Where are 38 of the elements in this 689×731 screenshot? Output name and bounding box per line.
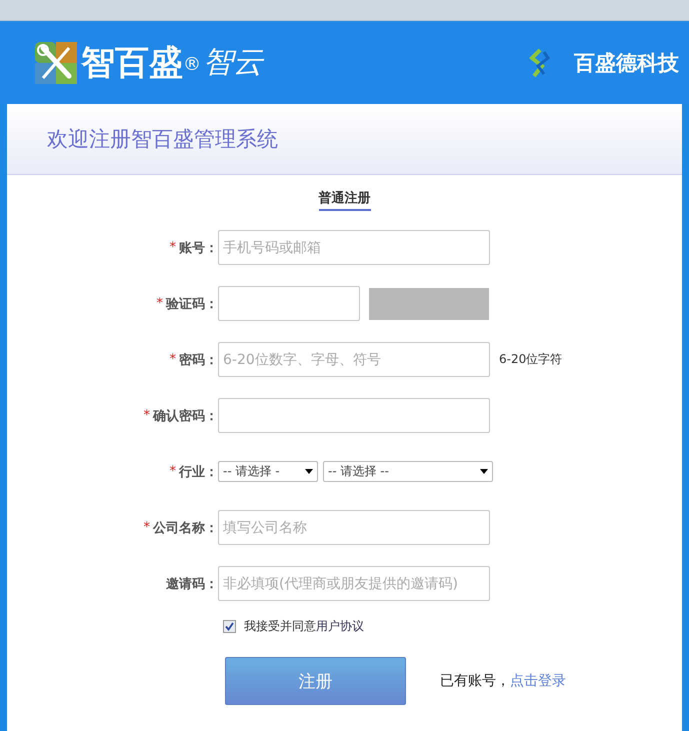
registered-mark: ® <box>183 54 201 74</box>
required-mark: * <box>144 520 150 535</box>
field-label: 账号： <box>179 240 218 256</box>
logo-text: 智百盛 <box>81 42 183 84</box>
caret-icon <box>305 469 313 474</box>
input-field[interactable] <box>218 286 360 321</box>
field-label: 确认密码： <box>153 408 218 424</box>
field-label: 公司名称： <box>153 520 218 536</box>
dropdown[interactable]: -- 请选择 - <box>218 461 318 482</box>
input-field[interactable]: 手机号码或邮箱 <box>218 230 490 265</box>
field-label: 邀请码： <box>166 576 218 592</box>
input-field[interactable]: 6-20位数字、字母、符号 <box>218 342 490 377</box>
input-field[interactable] <box>218 398 490 433</box>
required-mark: * <box>170 352 176 367</box>
input-field[interactable]: 非必填项(代理商或朋友提供的邀请码) <box>218 566 490 601</box>
page-title: 欢迎注册智百盛管理系统 <box>47 126 278 153</box>
agreement-text: 我接受并同意 <box>244 618 316 634</box>
agreement-link[interactable]: 用户协议 <box>316 618 364 634</box>
captcha-image[interactable] <box>369 288 489 320</box>
login-link[interactable]: 点击登录 <box>510 672 566 690</box>
field-label: 密码： <box>179 352 218 368</box>
tab[interactable]: 普通注册 <box>318 189 370 211</box>
hint-text: 6-20位字符 <box>499 351 562 368</box>
field-label: 验证码： <box>166 296 218 312</box>
field-label: 行业： <box>179 464 218 480</box>
login-prompt: 已有账号， <box>440 672 510 690</box>
required-mark: * <box>156 296 163 311</box>
company-name: 百盛德科技 <box>574 50 679 76</box>
caret-icon <box>480 469 488 474</box>
company-logo-icon <box>528 48 552 78</box>
input-field[interactable]: 填写公司名称 <box>218 510 490 545</box>
logo-subtitle: 智云 <box>203 44 263 82</box>
checkbox[interactable] <box>223 620 236 632</box>
dropdown[interactable]: -- 请选择 -- <box>323 461 493 482</box>
required-mark: * <box>170 464 176 479</box>
wrench-screwdriver-icon <box>35 42 77 84</box>
required-mark: * <box>144 408 150 423</box>
required-mark: * <box>170 240 176 255</box>
